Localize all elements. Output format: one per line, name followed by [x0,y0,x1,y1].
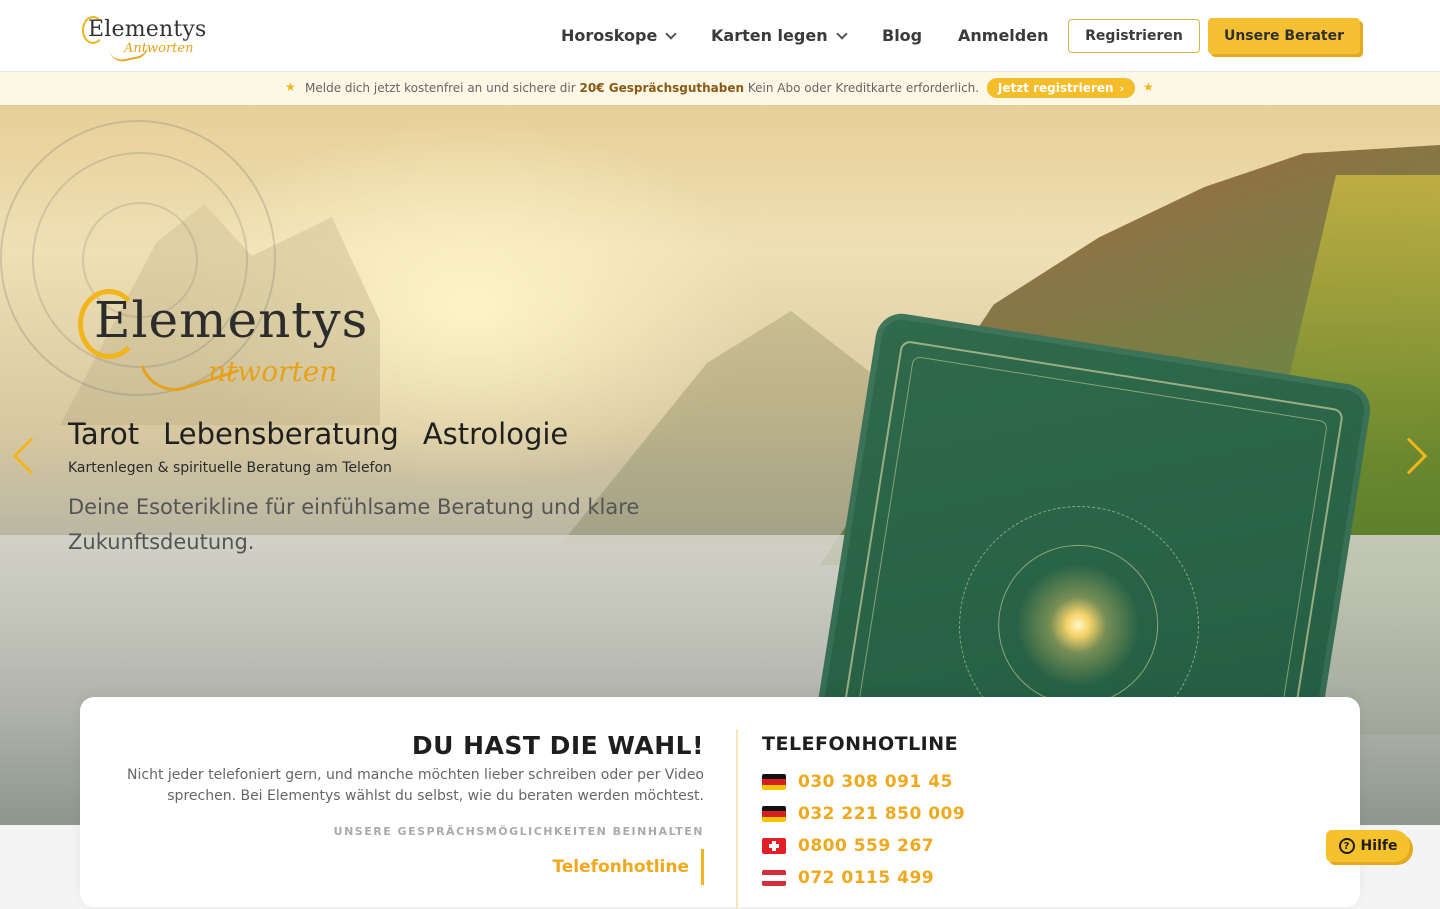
phone-number: 072 0115 499 [798,868,935,888]
help-question-icon: ? [1338,838,1355,854]
top-navigation-bar: Elementys Antworten Horoskope Karten leg… [0,0,1440,72]
hero-logo-subtitle: ntworten [208,355,338,388]
nav-horoskope-label: Horoskope [561,26,658,45]
logo-wordmark: Elementys [88,17,207,42]
tarot-card-star-icon [986,533,1170,717]
nav-horoskope[interactable]: Horoskope [561,26,677,45]
our-advisors-button[interactable]: Unsere Berater [1208,18,1360,54]
promo-register-button[interactable]: Jetzt registrieren › [987,78,1135,98]
chevron-right-icon: › [1119,81,1125,95]
help-label: Hilfe [1360,838,1398,854]
promo-text-before: Melde dich jetzt kostenfrei an und siche… [305,81,576,95]
austria-flag-icon [762,870,786,886]
choice-title: DU HAST DIE WAHL! [411,731,704,760]
help-button[interactable]: ? Hilfe [1326,830,1410,862]
hero-logo: Elementys ntworten [78,285,378,401]
hotline-number-at[interactable]: 072 0115 499 [762,868,934,888]
hero-description: Deine Esoterikline für einfühlsame Berat… [68,495,640,554]
promo-register-label: Jetzt registrieren [997,81,1114,95]
switzerland-flag-icon [762,838,786,854]
germany-flag-icon [762,806,786,822]
option-telefonhotline[interactable]: Telefonhotline [552,849,704,885]
nav-blog[interactable]: Blog [882,26,922,45]
nav-blog-label: Blog [882,26,923,45]
hotline-title: TELEFONHOTLINE [762,733,959,755]
slider-prev-arrow-icon[interactable] [12,437,50,475]
star-icon: ★ [1143,80,1154,94]
hero-subtitle: Kartenlegen & spirituelle Beratung am Te… [68,460,392,476]
promo-banner: ★ Melde dich jetzt kostenfrei an und sic… [0,72,1440,105]
nav-anmelden-label: Anmelden [958,26,1049,45]
hero-service-tarot: Tarot [68,417,140,451]
hero-logo-wordmark: Elementys [94,291,369,349]
hero-services: Tarot Lebensberatung Astrologie [68,417,568,451]
nav-karten-legen[interactable]: Karten legen [711,26,848,45]
register-button[interactable]: Registrieren [1068,19,1200,53]
choice-description: Nicht jeder telefoniert gern, und manche… [127,767,704,804]
hotline-number-de-1[interactable]: 030 308 091 45 [762,772,953,792]
star-icon: ★ [285,80,296,94]
divider [736,729,738,909]
chevron-down-icon [665,27,677,40]
choice-caption: UNSERE GESPRÄCHSMÖGLICHKEITEN BEINHALTEN [333,825,704,838]
hotline-number-de-2[interactable]: 032 221 850 009 [762,804,965,824]
nav-anmelden[interactable]: Anmelden [958,26,1048,45]
phone-number: 032 221 850 009 [798,804,966,824]
site-logo[interactable]: Elementys Antworten [82,14,206,65]
germany-flag-icon [762,774,786,790]
phone-number: 030 308 091 45 [798,772,953,792]
hero-service-astrologie: Astrologie [422,417,569,451]
promo-text: Melde dich jetzt kostenfrei an und siche… [305,81,979,95]
promo-text-after: Kein Abo oder Kreditkarte erforderlich. [747,81,980,95]
contact-options-panel: DU HAST DIE WAHL! Nicht jeder telefonier… [80,697,1360,909]
chevron-down-icon [835,27,848,40]
hotline-number-ch[interactable]: 0800 559 267 [762,836,934,856]
logo-subtitle: Antworten [124,41,194,56]
phone-number: 0800 559 267 [798,836,935,856]
hero-service-lebensberatung: Lebensberatung [163,417,399,451]
nav-karten-legen-label: Karten legen [711,26,828,45]
promo-highlight: 20€ Gesprächsguthaben [579,81,745,95]
